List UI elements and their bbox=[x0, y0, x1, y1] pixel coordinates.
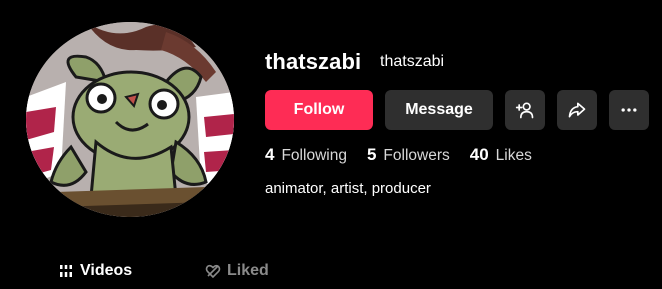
avatar-image bbox=[26, 22, 234, 217]
message-button[interactable]: Message bbox=[385, 90, 493, 130]
stat-following-label: Following bbox=[281, 147, 347, 164]
stat-likes: 40 Likes bbox=[470, 145, 532, 165]
stat-followers-value: 5 bbox=[366, 145, 377, 164]
profile-username: thatszabi bbox=[265, 49, 362, 74]
profile-nickname: thatszabi bbox=[380, 53, 445, 70]
stat-following-value: 4 bbox=[265, 145, 275, 164]
grid-icon bbox=[60, 265, 72, 277]
stat-following[interactable]: 4 Following bbox=[265, 145, 347, 165]
liked-icon bbox=[205, 264, 221, 279]
avatar[interactable] bbox=[26, 22, 234, 217]
follow-button[interactable]: Follow bbox=[265, 90, 373, 130]
tab-liked-label: Liked bbox=[227, 262, 269, 279]
share-button[interactable] bbox=[557, 90, 597, 130]
share-icon bbox=[568, 102, 586, 118]
stat-likes-label: Likes bbox=[495, 147, 532, 164]
tab-liked[interactable]: Liked bbox=[205, 262, 269, 280]
stat-followers-label: Followers bbox=[383, 147, 450, 164]
tab-videos[interactable]: Videos bbox=[58, 262, 132, 280]
add-friend-icon bbox=[515, 102, 534, 119]
profile-bio: animator, artist, producer bbox=[265, 180, 431, 197]
stat-followers[interactable]: 5 Followers bbox=[367, 145, 450, 165]
more-button[interactable] bbox=[609, 90, 649, 130]
profile-stats: 4 Following 5 Followers 40 Likes bbox=[265, 145, 552, 165]
add-friend-button[interactable] bbox=[505, 90, 545, 130]
tab-videos-label: Videos bbox=[80, 262, 133, 279]
stat-likes-value: 40 bbox=[469, 145, 489, 164]
more-icon bbox=[621, 108, 637, 112]
